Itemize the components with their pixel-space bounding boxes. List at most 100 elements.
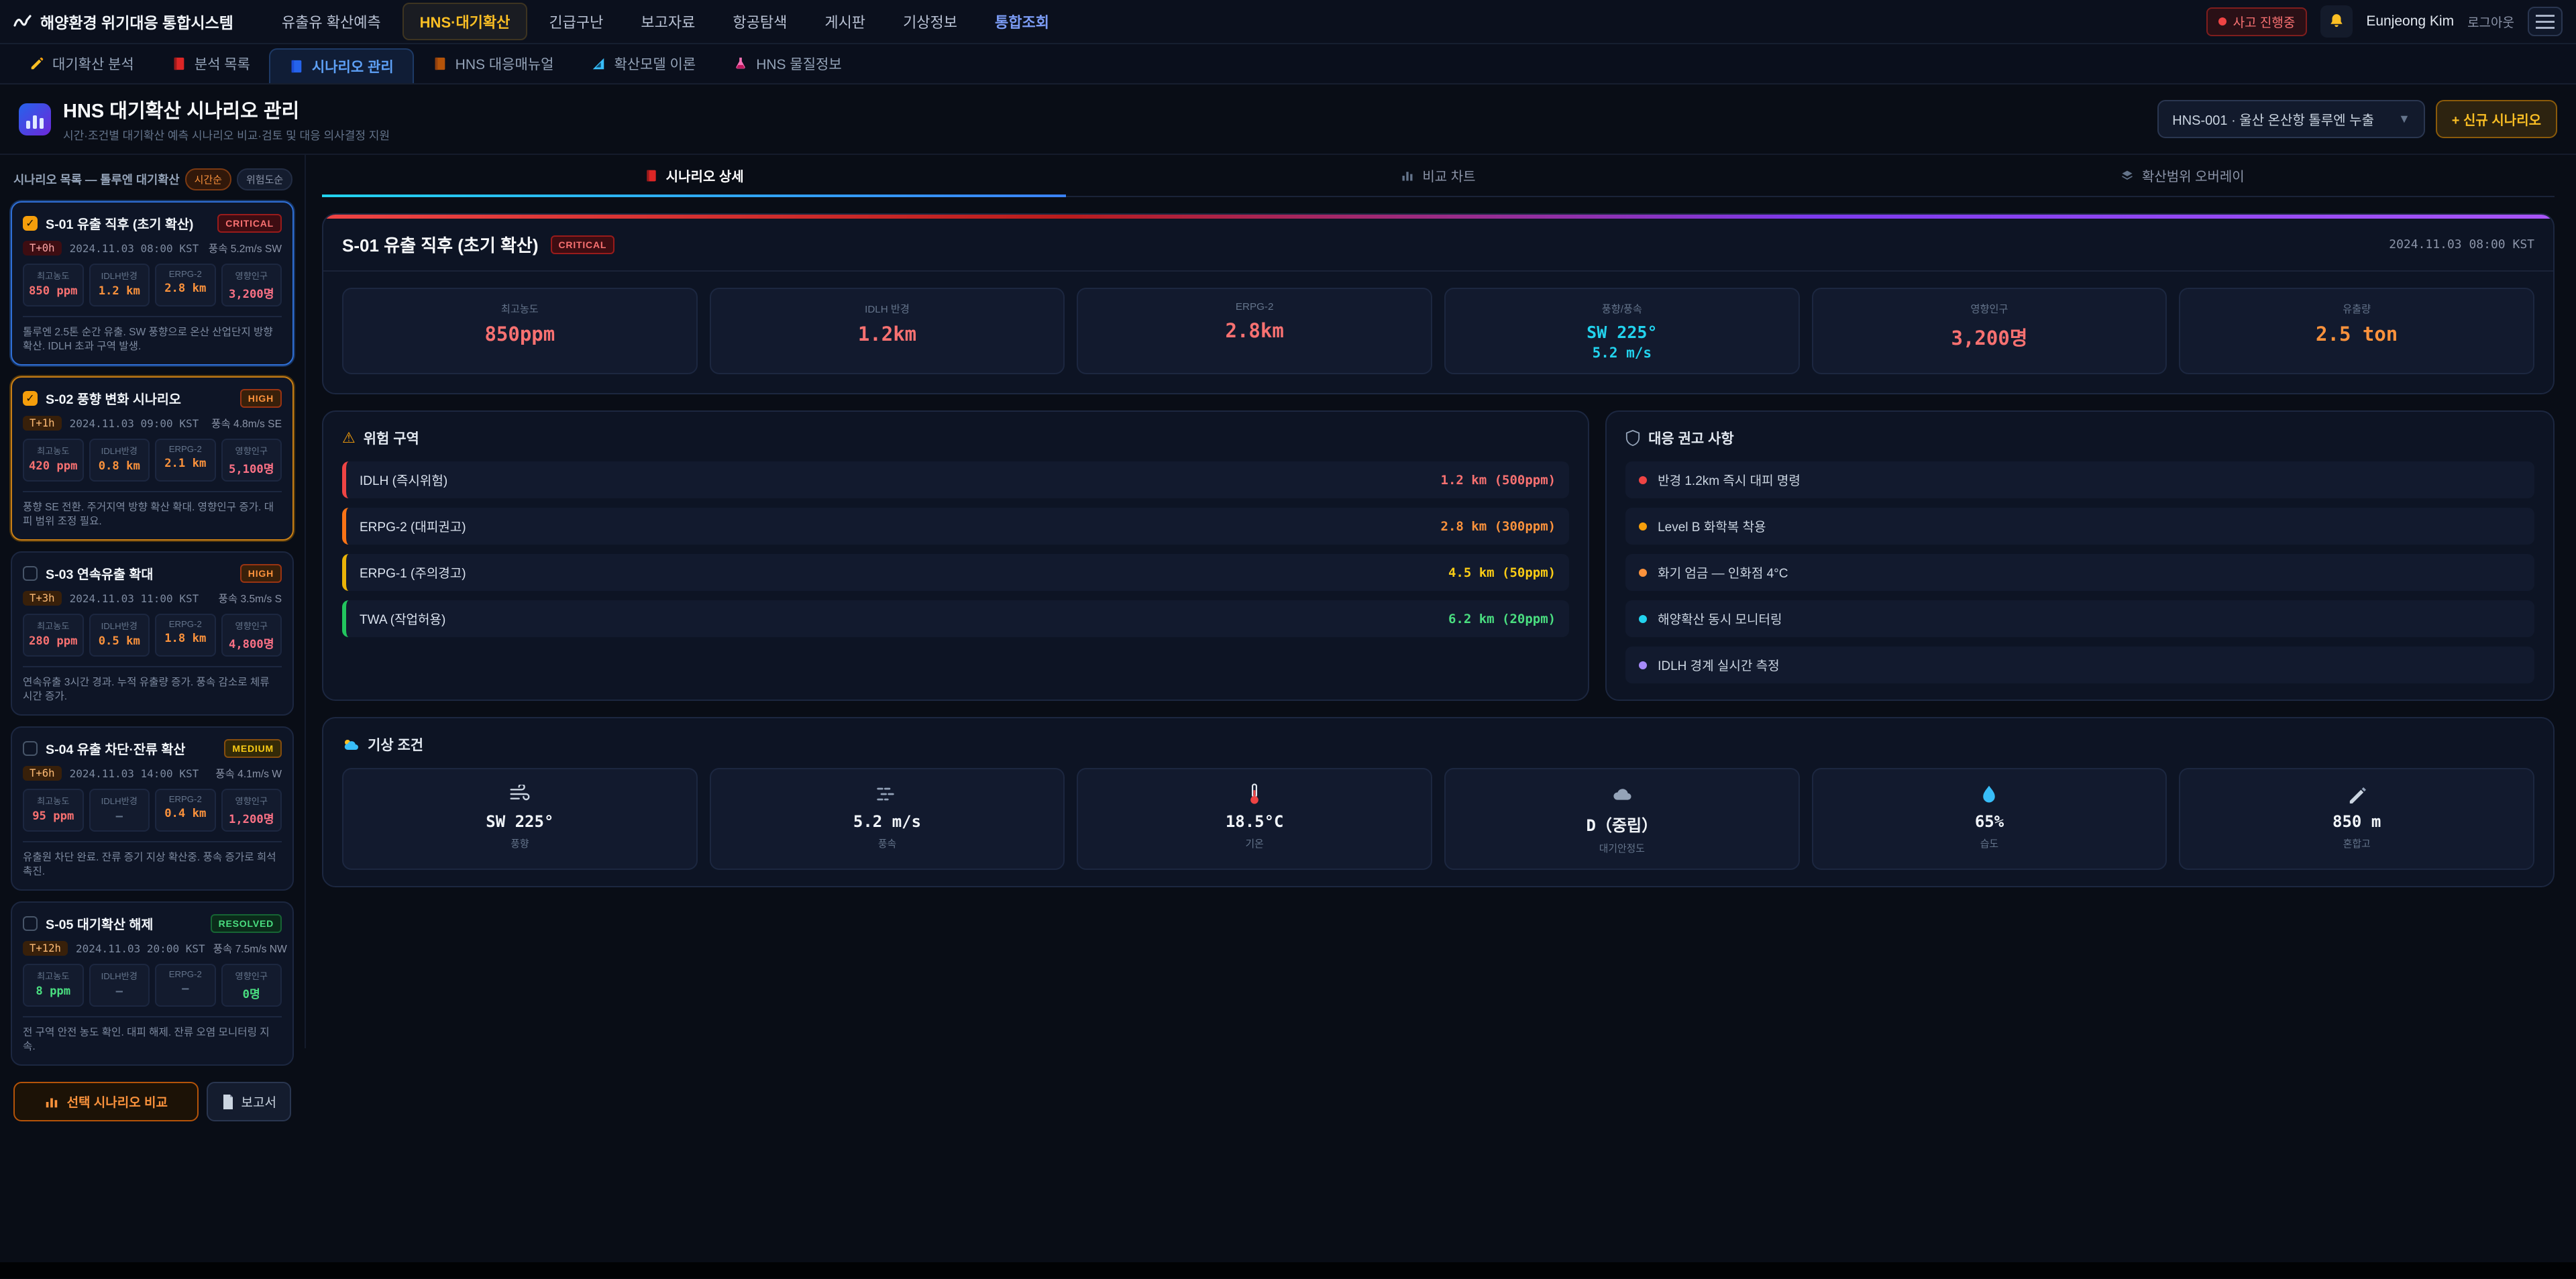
stat-max-concentration: 최고농도8 ppm (23, 964, 84, 1007)
scenario-checkbox[interactable]: ✓ (23, 391, 38, 406)
incident-select-dropdown[interactable]: HNS-001 · 울산 온산항 톨루엔 누출 ▼ (2157, 100, 2425, 138)
scenario-datetime: 2024.11.03 08:00 KST (70, 242, 201, 255)
tab-analysis-list[interactable]: 분석 목록 (153, 44, 269, 83)
scenario-checkbox[interactable] (23, 566, 38, 581)
scenario-checkbox[interactable] (23, 916, 38, 931)
nav-item-rescue[interactable]: 긴급구난 (533, 4, 619, 39)
mixing-height-icon (2188, 783, 2525, 805)
scenario-description: 톨루엔 2.5톤 순간 유출. SW 풍향으로 온산 산업단지 방향 확산. I… (23, 316, 282, 353)
scenario-detail-panel: S-01 유출 직후 (초기 확산) CRITICAL 2024.11.03 0… (322, 213, 2555, 394)
weather-wind-speed: 5.2 m/s 풍속 (710, 768, 1065, 870)
detail-stat-max-concentration: 최고농도 850ppm (342, 288, 698, 374)
notification-button[interactable] (2320, 5, 2353, 38)
scenario-card-s04[interactable]: S-04 유출 차단·잔류 확산 MEDIUM T+6h 2024.11.03 … (11, 726, 294, 891)
sidebar-header: 시나리오 목록 — 톨루엔 대기확산 시간순 위험도순 (13, 168, 291, 190)
scenario-card-s03[interactable]: S-03 연속유출 확대 HIGH T+3h 2024.11.03 11:00 … (11, 551, 294, 716)
new-scenario-button[interactable]: + 신규 시나리오 (2436, 100, 2557, 138)
page-title: HNS 대기확산 시나리오 관리 (63, 95, 390, 123)
time-offset-chip: T+1h (23, 416, 62, 431)
stat-affected-population: 영향인구1,200명 (221, 789, 282, 832)
stat-erpg2: ERPG-22.1 km (155, 439, 216, 482)
stat-erpg2: ERPG-21.8 km (155, 614, 216, 657)
detail-stat-idlh-radius: IDLH 반경 1.2km (710, 288, 1065, 374)
sidebar-actions: 선택 시나리오 비교 보고서 (11, 1076, 294, 1124)
pencil-icon (30, 56, 44, 71)
detail-title: S-01 유출 직후 (초기 확산) (342, 232, 539, 257)
thermometer-icon (1086, 783, 1423, 805)
stat-idlh-radius: IDLH반경1.2 km (89, 264, 150, 307)
chevron-down-icon: ▼ (2398, 112, 2410, 126)
tab-diffusion-analysis[interactable]: 대기확산 분석 (11, 44, 153, 83)
tab-label: 분석 목록 (195, 54, 250, 74)
nav-item-aerial-search[interactable]: 항공탐색 (716, 4, 803, 39)
scenario-wind: 풍속 5.2m/s SW (209, 241, 282, 256)
scenario-datetime: 2024.11.03 14:00 KST (70, 767, 208, 780)
scenario-card-s05[interactable]: S-05 대기확산 해제 RESOLVED T+12h 2024.11.03 2… (11, 901, 294, 1066)
active-tab-underline (322, 194, 1066, 197)
time-offset-chip: T+12h (23, 941, 68, 956)
nav-item-integrated-search[interactable]: 통합조회 (979, 4, 1065, 39)
content-tab-compare-chart[interactable]: 비교 차트 (1066, 155, 1810, 196)
scenario-title: S-04 유출 차단·잔류 확산 (46, 738, 216, 758)
tab-label: HNS 물질정보 (756, 54, 841, 74)
triangle-ruler-icon (591, 56, 606, 71)
bullet-dot (1639, 661, 1647, 669)
tab-hns-response-manual[interactable]: HNS 대응매뉴얼 (414, 44, 573, 83)
nav-item-oil-spill[interactable]: 유출유 확산예측 (266, 4, 397, 39)
tab-hns-substance-info[interactable]: HNS 물질정보 (714, 44, 860, 83)
report-button[interactable]: 보고서 (207, 1082, 291, 1121)
scenario-checkbox[interactable] (23, 741, 38, 756)
incident-in-progress-badge: 사고 진행중 (2206, 7, 2308, 36)
recommendation-item: 반경 1.2km 즉시 대피 명령 (1625, 461, 2534, 498)
user-name: Eunjeong Kim (2366, 13, 2454, 30)
scenario-title: S-03 연속유출 확대 (46, 563, 232, 583)
logout-button[interactable]: 로그아웃 (2467, 13, 2514, 31)
tab-label: 시나리오 관리 (312, 56, 394, 76)
weather-mixing-height: 850 m 혼합고 (2179, 768, 2534, 870)
scenario-content-area: 시나리오 상세 비교 차트 확산범위 오버레이 S-01 유출 직후 (초기 확… (306, 155, 2576, 1048)
content-tab-diffusion-overlay[interactable]: 확산범위 오버레이 (1811, 155, 2555, 196)
scenario-card-s02[interactable]: ✓ S-02 풍향 변화 시나리오 HIGH T+1h 2024.11.03 0… (11, 376, 294, 541)
hamburger-menu-button[interactable] (2528, 7, 2563, 36)
stat-erpg2: ERPG-20.4 km (155, 789, 216, 832)
scenario-card-s01[interactable]: ✓ S-01 유출 직후 (초기 확산) CRITICAL T+0h 2024.… (11, 201, 294, 366)
sort-by-risk-pill[interactable]: 위험도순 (237, 168, 292, 190)
hamburger-icon (2536, 15, 2555, 17)
scenario-description: 연속유출 3시간 경과. 누적 유출량 증가. 풍속 감소로 체류 시간 증가. (23, 666, 282, 704)
scenario-description: 풍향 SE 전환. 주거지역 방향 확산 확대. 영향인구 증가. 대피 범위 … (23, 491, 282, 529)
content-tab-scenario-detail[interactable]: 시나리오 상세 (322, 155, 1066, 196)
compare-scenarios-button[interactable]: 선택 시나리오 비교 (13, 1082, 199, 1121)
shield-icon (1625, 430, 1640, 446)
bar-chart-icon (44, 1095, 59, 1109)
page-header: HNS 대기확산 시나리오 관리 시간·조건별 대기확산 예측 시나리오 비교·… (0, 85, 2576, 155)
tab-label: HNS 대응매뉴얼 (455, 54, 554, 74)
detail-two-column-row: ⚠ 위험 구역 IDLH (즉시위험) 1.2 km (500ppm) ERPG… (322, 410, 2555, 701)
scenario-checkbox[interactable]: ✓ (23, 216, 38, 231)
scenario-title: S-05 대기확산 해제 (46, 913, 203, 933)
tab-diffusion-model-theory[interactable]: 확산모델 이론 (572, 44, 714, 83)
risk-zones-panel: ⚠ 위험 구역 IDLH (즉시위험) 1.2 km (500ppm) ERPG… (322, 410, 1589, 701)
flask-icon (733, 56, 748, 71)
main-content-row: 시나리오 목록 — 톨루엔 대기확산 시간순 위험도순 ✓ S-01 유출 직후… (0, 155, 2576, 1048)
detail-stat-erpg2: ERPG-2 2.8km (1077, 288, 1432, 374)
risk-zone-row-twa: TWA (작업허용) 6.2 km (20ppm) (342, 600, 1569, 637)
main-menu: 유출유 확산예측 HNS·대기확산 긴급구난 보고자료 항공탐색 게시판 기상정… (263, 0, 1068, 43)
page-chart-icon (19, 103, 51, 135)
nav-item-reports[interactable]: 보고자료 (625, 4, 711, 39)
tab-label: 확산모델 이론 (614, 54, 696, 74)
nav-item-weather[interactable]: 기상정보 (887, 4, 973, 39)
nav-item-hns-diffusion[interactable]: HNS·대기확산 (402, 3, 528, 40)
tab-scenario-management[interactable]: 시나리오 관리 (269, 48, 414, 83)
chart-icon (1401, 169, 1414, 182)
scenario-wind: 풍속 7.5m/s NW (213, 941, 287, 956)
scenario-sidebar: 시나리오 목록 — 톨루엔 대기확산 시간순 위험도순 ✓ S-01 유출 직후… (0, 155, 306, 1048)
app-title: 해양환경 위기대응 통합시스템 (40, 10, 233, 33)
page-title-block: HNS 대기확산 시나리오 관리 시간·조건별 대기확산 예측 시나리오 비교·… (63, 95, 390, 143)
section-tab-bar: 대기확산 분석 분석 목록 시나리오 관리 HNS 대응매뉴얼 확산모델 이론 … (0, 44, 2576, 85)
document-icon (221, 1094, 235, 1110)
nav-item-board[interactable]: 게시판 (808, 4, 881, 39)
app-logo[interactable]: 해양환경 위기대응 통합시스템 (13, 10, 233, 33)
sort-by-time-pill[interactable]: 시간순 (185, 168, 231, 190)
detail-severity-badge: CRITICAL (551, 235, 615, 254)
blue-book-icon (289, 59, 304, 74)
